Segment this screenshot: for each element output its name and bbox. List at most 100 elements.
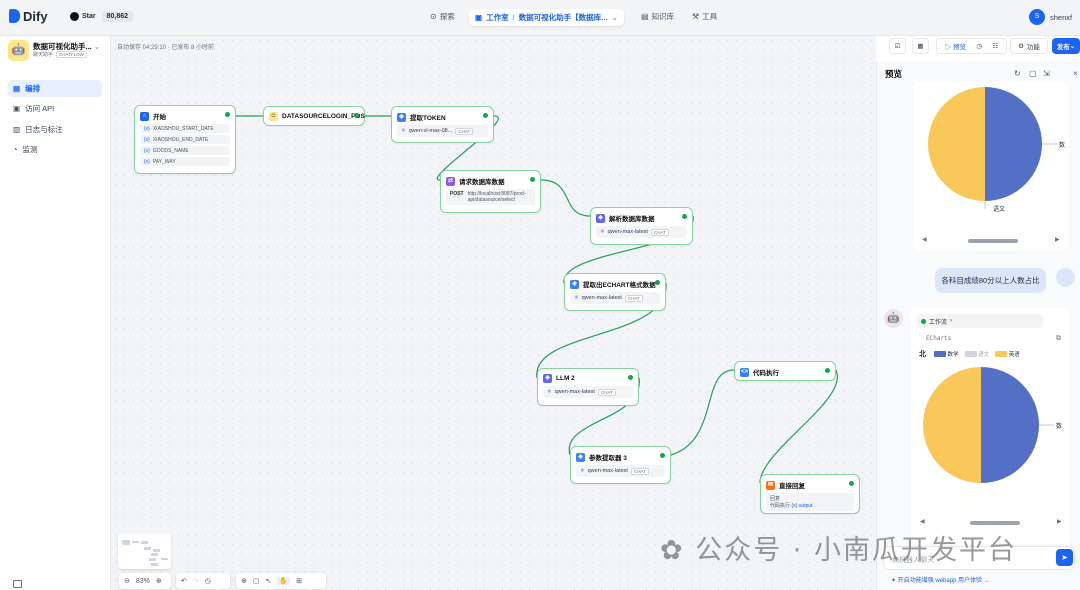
checklist-button[interactable]: ☑ <box>889 38 906 54</box>
legend-item[interactable]: 数学 <box>934 350 959 358</box>
node-datasource[interactable]: ☺ DATASOURCELOGIN_POS <box>263 106 365 126</box>
success-status-icon <box>530 177 535 182</box>
llm-icon: ◈ <box>397 112 406 122</box>
horizontal-scrollbar[interactable] <box>968 239 1018 243</box>
success-status-icon <box>483 113 488 118</box>
features-icon: ⚙ <box>1018 43 1024 50</box>
checklist-icon[interactable]: ☷ <box>992 42 998 50</box>
env-icon: ▦ <box>917 43 924 50</box>
model-selector: ✳ qwen-max-latest CHAT <box>543 386 633 398</box>
success-status-icon <box>225 112 230 117</box>
edge-code-answer <box>759 369 839 484</box>
slice-label: 语文 <box>993 207 1006 213</box>
slice-label: 数 <box>1056 424 1063 430</box>
node-http-request[interactable]: ⇄ 请求数据库数据 POST http://localhost:8087/prod… <box>440 170 541 213</box>
previous-chart-card: 数 语文 ◀ ▶ <box>913 82 1069 250</box>
features-button[interactable]: ⚙ 功能 <box>1010 38 1048 54</box>
bot-avatar: 🤖 <box>884 309 903 328</box>
node-extract-token[interactable]: ◈ 提取TOKEN ✳ qwen-vl-max-08... CHAT <box>391 106 494 143</box>
slice-label: 数 <box>1059 143 1066 149</box>
publish-button[interactable]: 发布 ⌄ <box>1052 38 1080 54</box>
pie-slice-math <box>985 87 1042 201</box>
organize-icon[interactable]: ⊞ <box>296 577 302 585</box>
wechat-icon: ✿ <box>660 535 685 566</box>
node-code-exec[interactable]: <> 代码执行 <box>734 361 836 381</box>
redo-icon[interactable]: ↷ <box>193 577 199 585</box>
legend-item[interactable]: 语文 <box>964 350 989 358</box>
success-status-icon <box>354 113 359 118</box>
history-controls: ↶ ↷ ◷ <box>176 573 230 589</box>
variables-icon[interactable]: ▢ <box>1029 69 1037 78</box>
pie-slice-math <box>981 367 1039 483</box>
param-icon: ◈ <box>576 452 585 462</box>
node-start[interactable]: ⌂ 开始 {x} XIAOSHOU_START_DATE {x} XIAOSHOU_E… <box>134 105 236 174</box>
send-button[interactable]: ➤ <box>1056 549 1073 566</box>
llm-icon: ◈ <box>596 213 605 223</box>
success-status-icon <box>849 481 854 486</box>
pointer-icon[interactable]: ↖ <box>266 577 272 585</box>
expand-icon[interactable]: ⇲ <box>1043 69 1050 78</box>
node-title: 提取TOKEN <box>410 115 446 122</box>
restart-icon[interactable]: ↻ <box>1014 69 1021 78</box>
success-status-icon <box>921 318 926 324</box>
node-title: 代码执行 <box>753 370 779 377</box>
scroll-left-icon[interactable]: ◀ <box>922 236 927 243</box>
scroll-right-icon[interactable]: ▶ <box>1057 518 1062 525</box>
model-selector: ✳ qwen-vl-max-08... CHAT <box>397 125 488 137</box>
var-field: {x} PAY_WAY <box>140 157 230 166</box>
workflow-edges <box>236 115 839 484</box>
history-icon[interactable]: ◷ <box>205 577 211 585</box>
var-field: {x} XIAOSHOU_END_DATE <box>140 135 230 144</box>
success-status-icon <box>655 280 660 285</box>
node-answer[interactable]: ✉ 直接回复 回复 代码执行 {x} output <box>760 474 860 514</box>
sparkle-icon: ✦ <box>891 578 897 584</box>
preview-group: ▷ 预览 ◷ ☷ <box>936 38 1007 54</box>
code-lang-label: ECharts <box>926 335 952 342</box>
zoom-in-icon[interactable]: ⊕ <box>156 577 162 585</box>
node-title: 解析数据库数据 <box>609 216 655 223</box>
minimap[interactable] <box>118 534 171 569</box>
tool-icon: ☺ <box>269 112 278 121</box>
add-note-icon[interactable]: ▢ <box>253 577 260 585</box>
chart-legend: 数学 语文 英语 <box>934 350 1020 358</box>
success-status-icon <box>660 453 665 458</box>
zoom-out-icon[interactable]: ⊖ <box>124 577 130 585</box>
scroll-left-icon[interactable]: ◀ <box>920 518 925 525</box>
pie-slice-english <box>923 367 981 483</box>
scroll-right-icon[interactable]: ▶ <box>1055 236 1060 243</box>
checklist-icon: ☑ <box>894 43 901 50</box>
node-param-extractor[interactable]: ◈ 参数提取器 3 ✳ qwen-max-latest CHAT <box>570 446 671 484</box>
pie-slice-english <box>928 87 985 201</box>
hand-icon[interactable]: ✋ <box>277 577 291 585</box>
model-icon: ✳ <box>547 389 552 395</box>
user-message: 各科目成绩80分以上人数占比 <box>935 268 1046 293</box>
copy-icon[interactable]: ⧉ <box>1056 335 1061 343</box>
user-name[interactable]: shenxf <box>1050 13 1072 22</box>
horizontal-scrollbar[interactable] <box>970 521 1020 525</box>
user-avatar <box>1056 268 1075 287</box>
user-avatar[interactable]: S <box>1029 9 1045 25</box>
add-node-icon[interactable]: ⊕ <box>241 577 247 585</box>
answer-icon: ✉ <box>766 480 775 490</box>
success-status-icon <box>825 368 830 373</box>
run-history-icon[interactable]: ◷ <box>976 42 982 50</box>
node-title: LLM 2 <box>556 375 575 382</box>
legend-item[interactable]: 英语 <box>995 350 1020 358</box>
legend-side-label: 北 <box>919 351 926 358</box>
model-icon: ✳ <box>600 229 605 235</box>
preview-title: 预览 <box>885 69 903 79</box>
success-status-icon <box>628 375 633 380</box>
play-icon: ▷ <box>944 44 952 51</box>
workflow-process[interactable]: 工作流 › <box>917 314 1043 328</box>
undo-icon[interactable]: ↶ <box>181 577 187 585</box>
model-icon: ✳ <box>574 295 579 301</box>
node-llm2[interactable]: ◈ LLM 2 ✳ qwen-max-latest CHAT <box>537 368 639 406</box>
node-extract-echart[interactable]: ◈ 提取出ECHART格式数据 ✳ qwen-max-latest CHAT <box>564 273 666 311</box>
zoom-level[interactable]: 83% <box>136 578 150 585</box>
feature-upgrade-link[interactable]: ✦ 开启功能增强 webapp 用户体验 → <box>891 575 990 584</box>
node-parse-data[interactable]: ◈ 解析数据库数据 ✳ qwen-max-latest CHAT <box>590 207 693 245</box>
preview-button[interactable]: ▷ 预览 <box>945 41 966 51</box>
home-icon: ⌂ <box>140 111 149 121</box>
env-button[interactable]: ▦ <box>912 38 929 54</box>
close-icon[interactable]: × <box>1073 69 1078 78</box>
